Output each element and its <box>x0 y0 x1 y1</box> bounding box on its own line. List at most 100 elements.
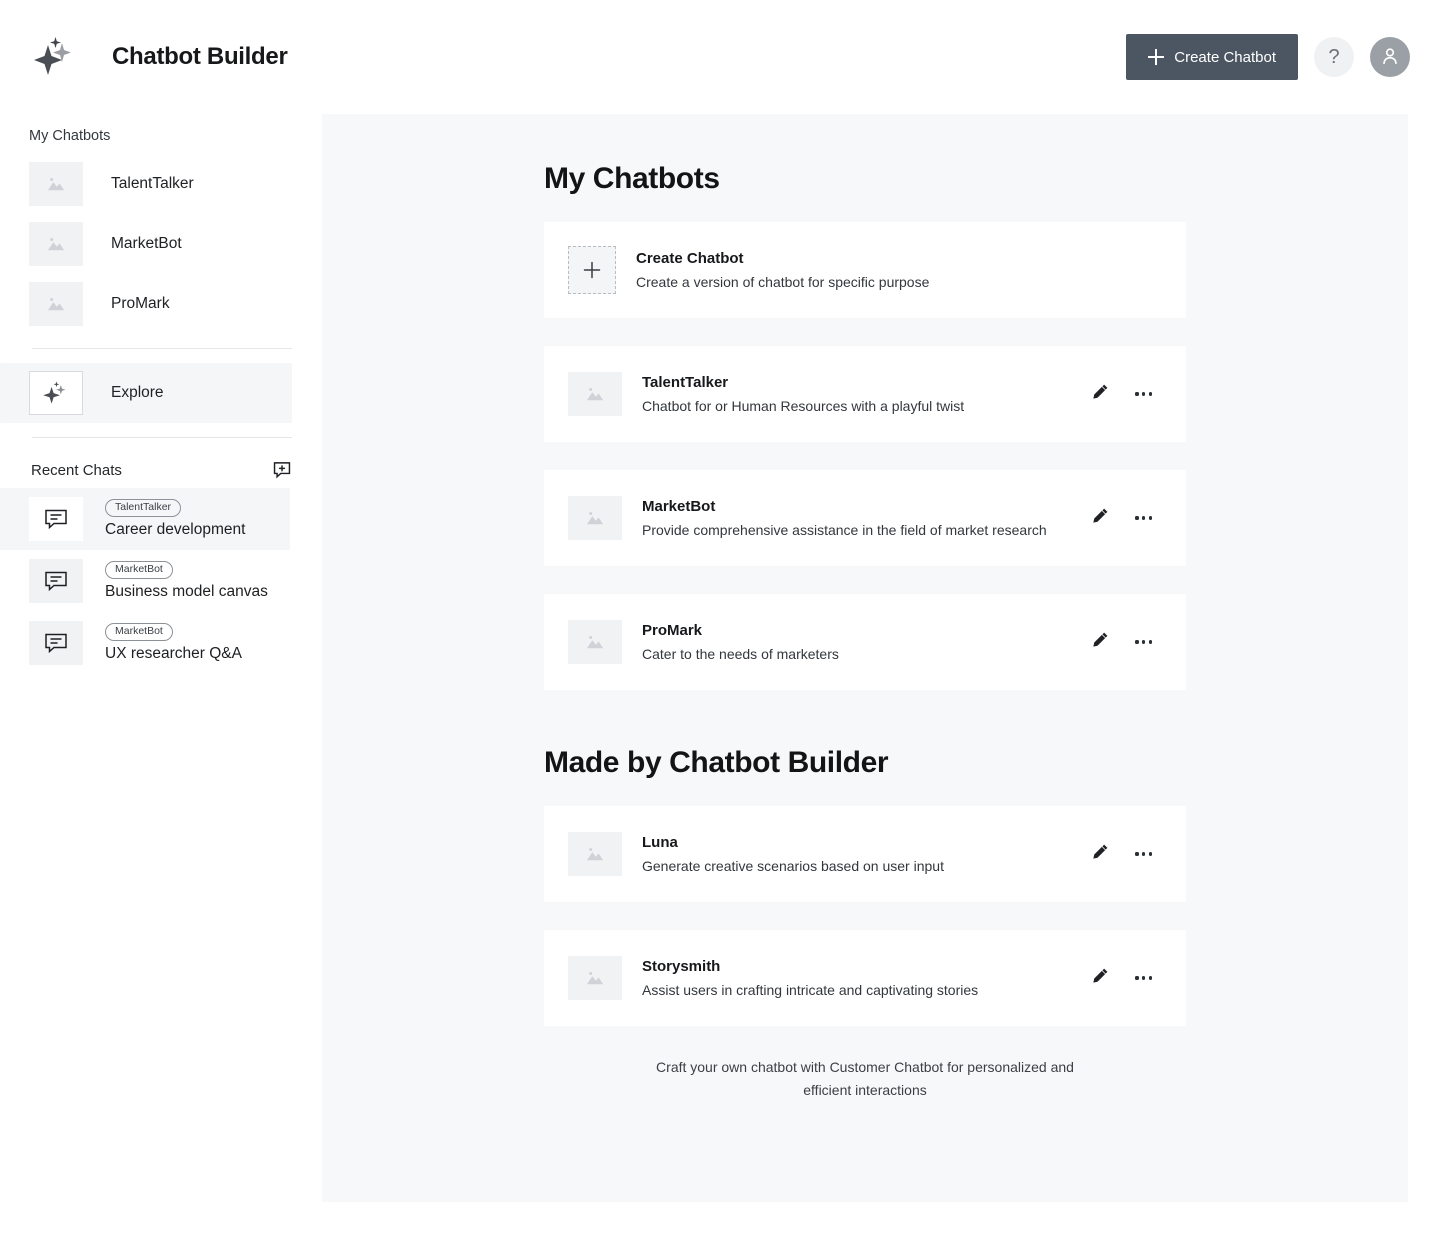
card-body: Storysmith Assist users in crafting intr… <box>642 958 1091 998</box>
sidebar-item-label: ProMark <box>111 295 170 312</box>
recent-chat-tag: TalentTalker <box>105 499 182 517</box>
recent-chat-tag: MarketBot <box>105 561 173 579</box>
sparkle-icon <box>30 31 82 83</box>
create-chatbot-label: Create Chatbot <box>1174 48 1276 66</box>
header-actions: Create Chatbot ? <box>1126 0 1410 114</box>
card-actions <box>1091 843 1162 866</box>
card-description: Provide comprehensive assistance in the … <box>642 522 1047 538</box>
sidebar-item-promark[interactable]: ProMark <box>0 274 292 334</box>
recent-chat-tag: MarketBot <box>105 623 173 641</box>
card-actions <box>1091 383 1162 406</box>
plus-icon <box>1148 49 1165 65</box>
card-description: Cater to the needs of marketers <box>642 646 839 662</box>
sparkle-icon <box>29 371 83 415</box>
ellipsis-icon[interactable] <box>1135 392 1152 396</box>
sidebar: My Chatbots TalentTalker MarketBot ProMa… <box>0 114 322 1236</box>
chat-bubble-icon <box>29 559 83 603</box>
ellipsis-icon[interactable] <box>1135 976 1152 980</box>
sidebar-divider-top <box>32 348 292 349</box>
app-root: Chatbot Builder Create Chatbot ? My Chat… <box>0 0 1440 1236</box>
card-title: Storysmith <box>642 958 721 975</box>
main-inner: My Chatbots Create Chatbot Create a vers… <box>544 114 1186 1102</box>
create-chatbot-card[interactable]: Create Chatbot Create a version of chatb… <box>544 222 1186 318</box>
chat-bubble-icon <box>29 621 83 665</box>
card-description: Create a version of chatbot for specific… <box>636 274 930 290</box>
footer-note: Craft your own chatbot with Customer Cha… <box>656 1059 1074 1099</box>
page-title-my-chatbots: My Chatbots <box>544 162 720 195</box>
card-actions <box>1091 631 1162 654</box>
card-title: MarketBot <box>642 498 716 515</box>
sidebar-chatbot-list: TalentTalker MarketBot ProMark <box>0 154 322 334</box>
main-content-panel: My Chatbots Create Chatbot Create a vers… <box>322 114 1408 1202</box>
app-header: Chatbot Builder Create Chatbot ? <box>0 0 1440 114</box>
sidebar-item-label: MarketBot <box>111 235 182 252</box>
recent-chat-text: TalentTalker Career development <box>105 499 245 539</box>
sidebar-item-marketbot[interactable]: MarketBot <box>0 214 292 274</box>
card-description: Chatbot for or Human Resources with a pl… <box>642 398 965 414</box>
card-body: Luna Generate creative scenarios based o… <box>642 834 1091 874</box>
card-title: TalentTalker <box>642 374 729 391</box>
brand: Chatbot Builder <box>0 31 288 83</box>
card-description: Generate creative scenarios based on use… <box>642 858 944 874</box>
help-button[interactable]: ? <box>1314 37 1354 77</box>
chatbot-card-marketbot[interactable]: MarketBot Provide comprehensive assistan… <box>544 470 1186 566</box>
app-title: Chatbot Builder <box>112 43 288 70</box>
avatar[interactable] <box>1370 37 1410 77</box>
image-placeholder-icon <box>29 282 83 326</box>
create-chatbot-button[interactable]: Create Chatbot <box>1126 34 1298 80</box>
ellipsis-icon[interactable] <box>1135 516 1152 520</box>
image-placeholder-icon <box>29 222 83 266</box>
pencil-icon[interactable] <box>1091 507 1109 530</box>
image-placeholder-icon <box>568 956 622 1000</box>
card-actions <box>1091 507 1162 530</box>
chatbot-card-storysmith[interactable]: Storysmith Assist users in crafting intr… <box>544 930 1186 1026</box>
card-title: Luna <box>642 834 678 851</box>
sidebar-item-explore[interactable]: Explore <box>0 363 292 423</box>
image-placeholder-icon <box>568 620 622 664</box>
card-title: ProMark <box>642 622 703 639</box>
create-chatbot-card-body: Create Chatbot Create a version of chatb… <box>636 250 1162 290</box>
ellipsis-icon[interactable] <box>1135 640 1152 644</box>
recent-chat-title: UX researcher Q&A <box>105 644 242 662</box>
page-title-made-by-chatbot-builder: Made by Chatbot Builder <box>544 746 889 779</box>
recent-chats-label: Recent Chats <box>31 461 122 479</box>
user-avatar-icon <box>1379 45 1401 70</box>
pencil-icon[interactable] <box>1091 383 1109 406</box>
recent-chats-header: Recent Chats <box>0 452 322 488</box>
card-description: Assist users in crafting intricate and c… <box>642 982 979 998</box>
new-chat-plus-icon[interactable] <box>272 460 292 480</box>
chatbot-card-luna[interactable]: Luna Generate creative scenarios based o… <box>544 806 1186 902</box>
card-body: ProMark Cater to the needs of marketers <box>642 622 1091 662</box>
card-actions <box>1091 967 1162 990</box>
pencil-icon[interactable] <box>1091 967 1109 990</box>
card-title: Create Chatbot <box>636 250 744 267</box>
recent-chat-item-ux-researcher-qa[interactable]: MarketBot UX researcher Q&A <box>0 612 290 674</box>
ellipsis-icon[interactable] <box>1135 852 1152 856</box>
sidebar-section-my-chatbots: My Chatbots <box>29 128 111 144</box>
recent-chat-title: Business model canvas <box>105 582 268 600</box>
chatbot-card-promark[interactable]: ProMark Cater to the needs of marketers <box>544 594 1186 690</box>
recent-chat-item-business-model-canvas[interactable]: MarketBot Business model canvas <box>0 550 290 612</box>
pencil-icon[interactable] <box>1091 631 1109 654</box>
sidebar-divider-bottom <box>32 437 292 438</box>
image-placeholder-icon <box>568 372 622 416</box>
chatbot-card-talenttalker[interactable]: TalentTalker Chatbot for or Human Resour… <box>544 346 1186 442</box>
recent-chat-item-career-development[interactable]: TalentTalker Career development <box>0 488 290 550</box>
question-mark-icon: ? <box>1328 45 1340 68</box>
chat-bubble-icon <box>29 497 83 541</box>
image-placeholder-icon <box>568 832 622 876</box>
sidebar-item-talenttalker[interactable]: TalentTalker <box>0 154 292 214</box>
plus-icon <box>568 246 616 294</box>
pencil-icon[interactable] <box>1091 843 1109 866</box>
recent-chat-title: Career development <box>105 520 246 538</box>
sidebar-item-label: TalentTalker <box>111 175 194 192</box>
card-body: MarketBot Provide comprehensive assistan… <box>642 498 1091 538</box>
recent-chat-text: MarketBot Business model canvas <box>105 561 268 601</box>
image-placeholder-icon <box>568 496 622 540</box>
image-placeholder-icon <box>29 162 83 206</box>
sidebar-item-label: Explore <box>111 384 164 401</box>
